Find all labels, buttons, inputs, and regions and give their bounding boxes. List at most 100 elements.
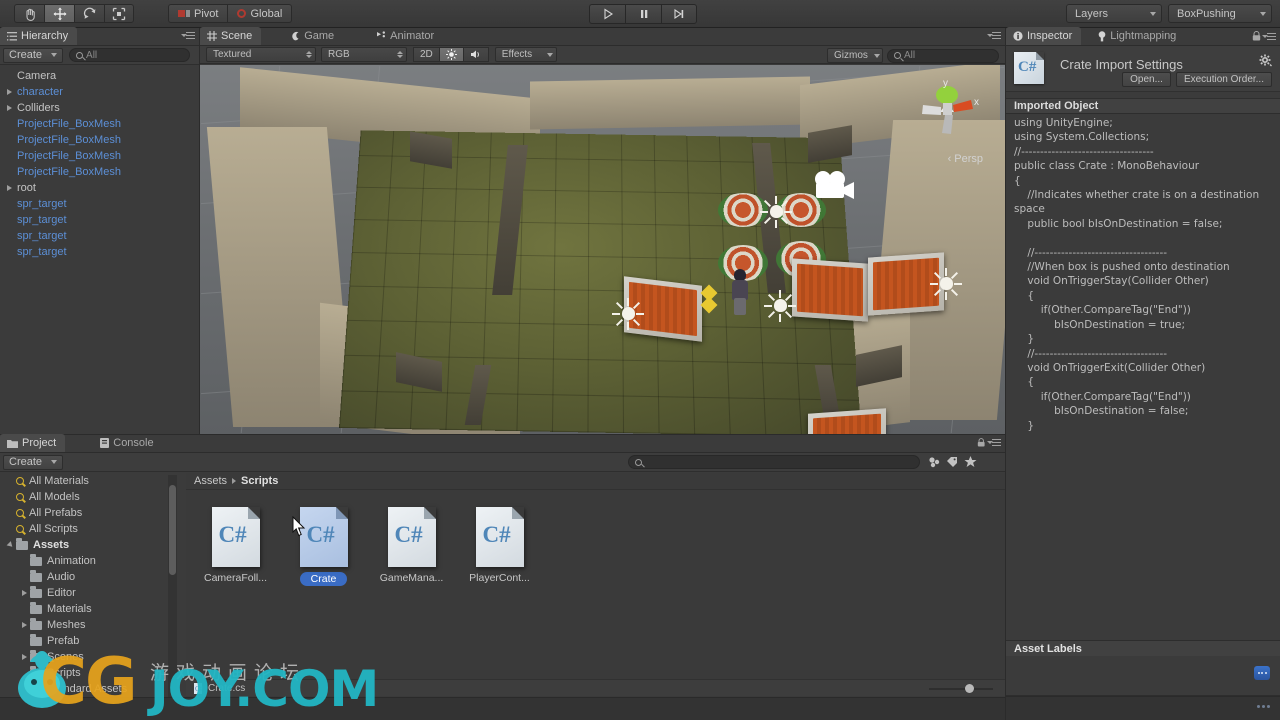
- favorites-star-icon[interactable]: [964, 456, 977, 468]
- scrollbar-thumb[interactable]: [169, 485, 176, 575]
- slider-knob[interactable]: [965, 684, 974, 693]
- project-tree-item[interactable]: Scenes: [0, 649, 185, 665]
- project-tree-item[interactable]: Materials: [0, 601, 185, 617]
- level-geometry: [200, 65, 1005, 434]
- color-mode-dropdown[interactable]: RGB: [321, 47, 407, 62]
- hierarchy-item[interactable]: Camera: [0, 68, 199, 84]
- hierarchy-item[interactable]: spr_target: [0, 212, 199, 228]
- pivot-icon: [178, 10, 190, 17]
- hierarchy-tab-menu[interactable]: [181, 31, 195, 40]
- expand-arrow-icon[interactable]: [18, 654, 30, 660]
- scene-gizmo-search-input[interactable]: All: [887, 48, 999, 63]
- toggle-2d-button[interactable]: 2D: [413, 47, 440, 62]
- hand-tool-button[interactable]: [14, 4, 44, 23]
- project-tree-item[interactable]: Assets: [0, 537, 185, 553]
- filter-label-icon[interactable]: [946, 456, 959, 468]
- hierarchy-item[interactable]: character: [0, 84, 199, 100]
- open-button[interactable]: Open...: [1122, 72, 1171, 87]
- panel-menu-icon[interactable]: [181, 31, 195, 40]
- toggle-lighting-button[interactable]: [439, 47, 464, 62]
- crate-object: [792, 258, 868, 322]
- tab-hierarchy[interactable]: Hierarchy: [0, 27, 78, 45]
- tab-game[interactable]: Game: [283, 27, 343, 45]
- folder-icon: [30, 554, 42, 566]
- project-tree-item[interactable]: Meshes: [0, 617, 185, 633]
- breadcrumb-item-assets[interactable]: Assets: [194, 475, 227, 487]
- hierarchy-item[interactable]: spr_target: [0, 244, 199, 260]
- project-tree-item[interactable]: Standard Assets: [0, 681, 185, 697]
- global-button[interactable]: Global: [227, 4, 293, 23]
- asset-item[interactable]: C# GameMana...: [374, 507, 449, 703]
- rotate-tool-button[interactable]: [74, 4, 104, 23]
- layout-dropdown[interactable]: BoxPushing: [1168, 4, 1272, 23]
- scene-panel: Scene Game Animator Textured RGB 2D Effe…: [200, 27, 1005, 434]
- hierarchy-item[interactable]: Colliders: [0, 100, 199, 116]
- panel-menu-icon[interactable]: [1262, 32, 1276, 41]
- project-tree-item[interactable]: All Materials: [0, 473, 185, 489]
- project-create-button[interactable]: Create: [3, 454, 64, 470]
- expand-arrow-icon[interactable]: [4, 185, 15, 191]
- gear-icon[interactable]: [1259, 54, 1272, 67]
- execution-order-button[interactable]: Execution Order...: [1175, 72, 1272, 87]
- tab-inspector[interactable]: Inspector: [1006, 27, 1082, 45]
- asset-item[interactable]: C# PlayerCont...: [462, 507, 537, 703]
- project-tree-item[interactable]: Prefab: [0, 633, 185, 649]
- breadcrumb-item-scripts[interactable]: Scripts: [241, 475, 278, 487]
- project-tree-item[interactable]: Scripts: [0, 665, 185, 681]
- asset-item-label: PlayerCont...: [469, 572, 530, 584]
- play-button[interactable]: [589, 4, 625, 24]
- project-tree-item[interactable]: Audio: [0, 569, 185, 585]
- project-tree-item[interactable]: All Models: [0, 489, 185, 505]
- step-button[interactable]: [661, 4, 697, 24]
- tab-lightmapping[interactable]: Lightmapping: [1091, 27, 1185, 45]
- hierarchy-item[interactable]: ProjectFile_BoxMesh: [0, 164, 199, 180]
- hierarchy-create-button[interactable]: Create: [3, 47, 64, 63]
- pivot-button[interactable]: Pivot: [168, 4, 228, 23]
- move-tool-button[interactable]: [44, 4, 74, 23]
- hierarchy-item[interactable]: spr_target: [0, 196, 199, 212]
- project-tree-item[interactable]: Editor: [0, 585, 185, 601]
- hierarchy-item[interactable]: ProjectFile_BoxMesh: [0, 132, 199, 148]
- tab-scene[interactable]: Scene: [200, 27, 262, 45]
- lock-icon[interactable]: [1252, 31, 1261, 41]
- hierarchy-search-input[interactable]: All: [69, 48, 191, 62]
- scene-tab-menu[interactable]: [987, 31, 1001, 40]
- effects-dropdown[interactable]: Effects: [494, 47, 557, 62]
- toggle-audio-button[interactable]: [463, 47, 489, 62]
- icon-size-slider[interactable]: [929, 684, 993, 693]
- tab-console[interactable]: Console: [93, 434, 162, 452]
- expand-arrow-icon[interactable]: [18, 590, 30, 596]
- hierarchy-item[interactable]: root: [0, 180, 199, 196]
- filter-type-icon[interactable]: [928, 456, 941, 468]
- project-tree-item[interactable]: All Prefabs: [0, 505, 185, 521]
- expand-arrow-icon[interactable]: [18, 686, 30, 692]
- tab-project[interactable]: Project: [0, 434, 66, 452]
- expand-arrow-icon[interactable]: [4, 105, 15, 111]
- project-tree-item[interactable]: All Scripts: [0, 521, 185, 537]
- expand-arrow-icon[interactable]: [4, 541, 16, 549]
- scale-tool-button[interactable]: [104, 4, 134, 23]
- project-tree-item[interactable]: Animation: [0, 553, 185, 569]
- project-tree-scrollbar[interactable]: [168, 475, 177, 718]
- scene-viewport[interactable]: y x ‹ Persp: [200, 65, 1005, 434]
- panel-menu-icon[interactable]: [987, 31, 1001, 40]
- draw-mode-dropdown[interactable]: Textured: [206, 47, 316, 62]
- asset-labels-dropdown-icon[interactable]: [1254, 666, 1270, 680]
- asset-item[interactable]: C# CameraFoll...: [198, 507, 273, 703]
- hierarchy-item[interactable]: spr_target: [0, 228, 199, 244]
- scene-axis-gizmo[interactable]: y x: [913, 73, 985, 161]
- lock-icon[interactable]: [977, 438, 986, 447]
- panel-menu-icon[interactable]: [987, 438, 1001, 447]
- hierarchy-item[interactable]: ProjectFile_BoxMesh: [0, 148, 199, 164]
- chevron-down-icon: [1260, 11, 1266, 16]
- draw-mode-label: Textured: [213, 49, 252, 60]
- expand-arrow-icon[interactable]: [18, 622, 30, 628]
- project-search-input[interactable]: [628, 455, 921, 469]
- pause-button[interactable]: [625, 4, 661, 24]
- hierarchy-item[interactable]: ProjectFile_BoxMesh: [0, 116, 199, 132]
- expand-arrow-icon[interactable]: [4, 89, 15, 95]
- tab-animator[interactable]: Animator: [369, 27, 443, 45]
- gizmos-dropdown[interactable]: Gizmos: [827, 48, 883, 63]
- layers-dropdown[interactable]: Layers: [1066, 4, 1162, 23]
- projection-mode-label[interactable]: ‹ Persp: [948, 153, 983, 165]
